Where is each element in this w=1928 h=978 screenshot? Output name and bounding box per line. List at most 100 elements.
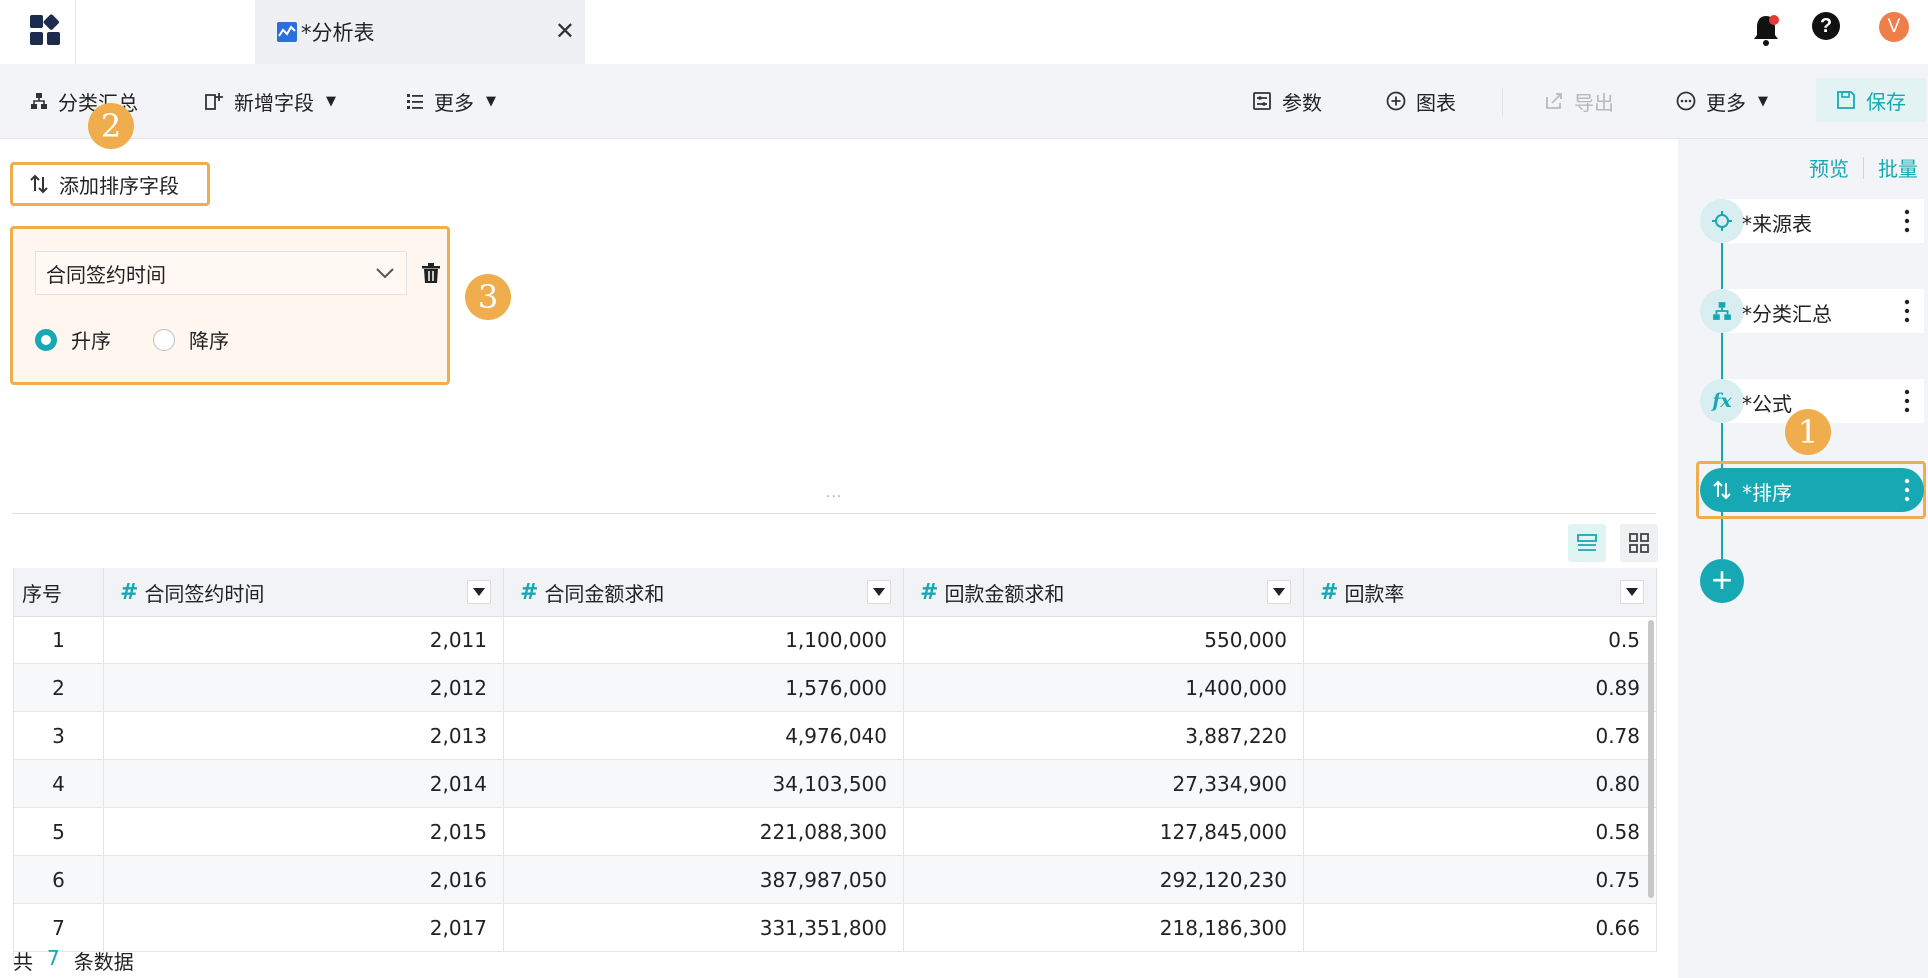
table-cell: 387,987,050 bbox=[504, 856, 904, 904]
splitter-handle-icon[interactable]: ··· bbox=[826, 489, 842, 505]
flow-node-summary[interactable]: *分类汇总 bbox=[1700, 289, 1924, 333]
table-cell: 2,017 bbox=[104, 904, 504, 952]
table-cell: 1,400,000 bbox=[904, 664, 1304, 712]
chart-tab-icon bbox=[277, 22, 297, 42]
column-header-payment-sum[interactable]: # 回款金额求和 bbox=[904, 568, 1304, 616]
panel-splitter[interactable] bbox=[12, 513, 1656, 514]
node-label: *公式 bbox=[1742, 392, 1792, 416]
list-view-toggle[interactable] bbox=[1568, 524, 1606, 562]
sort-order-radio-group: 升序 降序 bbox=[35, 325, 271, 354]
column-header-contract-sum[interactable]: # 合同金额求和 bbox=[504, 568, 904, 616]
table-cell: 1,576,000 bbox=[504, 664, 904, 712]
params-button[interactable]: 参数 bbox=[1252, 84, 1322, 118]
add-sort-field-button[interactable]: 添加排序字段 bbox=[10, 162, 210, 206]
avatar[interactable]: V bbox=[1879, 12, 1909, 42]
node-circle bbox=[1700, 468, 1744, 512]
chart-button[interactable]: 图表 bbox=[1386, 84, 1456, 118]
desc-label[interactable]: 降序 bbox=[189, 325, 229, 354]
crosshair-icon bbox=[1712, 211, 1732, 231]
table-row[interactable]: 3 2,013 4,976,040 3,887,220 0.78 bbox=[14, 712, 1657, 760]
table-cell: 3 bbox=[14, 712, 104, 760]
hierarchy-icon bbox=[31, 93, 47, 109]
hierarchy-icon bbox=[1713, 302, 1731, 320]
table-cell: 4,976,040 bbox=[504, 712, 904, 760]
help-icon[interactable]: ? bbox=[1812, 12, 1840, 40]
sort-field-select[interactable]: 合同签约时间 bbox=[35, 251, 407, 295]
batch-link[interactable]: 批量 bbox=[1878, 153, 1918, 182]
add-node-button[interactable]: + bbox=[1700, 559, 1744, 603]
add-field-button[interactable]: 新增字段 ▼ bbox=[204, 84, 336, 118]
desc-radio[interactable] bbox=[153, 328, 175, 351]
number-type-icon: # bbox=[1320, 579, 1339, 605]
kebab-menu-icon[interactable] bbox=[1898, 387, 1916, 415]
sort-icon bbox=[1713, 480, 1731, 500]
number-type-icon: # bbox=[520, 579, 539, 605]
column-menu-icon[interactable] bbox=[867, 580, 891, 604]
table-cell: 550,000 bbox=[904, 616, 1304, 664]
column-menu-icon[interactable] bbox=[1620, 580, 1644, 604]
trash-icon[interactable] bbox=[421, 262, 441, 284]
column-header-payment-rate[interactable]: # 回款率 bbox=[1304, 568, 1657, 616]
table-cell: 292,120,230 bbox=[904, 856, 1304, 904]
table-cell: 2,013 bbox=[104, 712, 504, 760]
table-row[interactable]: 4 2,014 34,103,500 27,334,900 0.80 bbox=[14, 760, 1657, 808]
bell-icon[interactable] bbox=[1750, 12, 1782, 48]
column-header-date[interactable]: # 合同签约时间 bbox=[104, 568, 504, 616]
grid-view-toggle[interactable] bbox=[1620, 524, 1658, 562]
list-view-icon bbox=[1577, 534, 1597, 551]
add-column-icon bbox=[205, 93, 223, 110]
node-label: *排序 bbox=[1742, 481, 1792, 505]
sort-area-background bbox=[450, 228, 1656, 385]
save-button[interactable]: 保存 bbox=[1816, 78, 1926, 122]
export-button[interactable]: 导出 bbox=[1544, 84, 1614, 118]
more-menu-right[interactable]: 更多 ▼ bbox=[1676, 84, 1768, 118]
step-badge-2: 2 bbox=[88, 103, 134, 149]
fx-icon: fx bbox=[1712, 390, 1732, 412]
flow-panel: 预览 批量 *来源表 *分类汇总 fx *公式 *排序 1 + bbox=[1678, 139, 1928, 978]
caret-down-icon: ▼ bbox=[326, 93, 336, 109]
table-scrollbar[interactable] bbox=[1648, 620, 1654, 898]
column-header-label: 合同金额求和 bbox=[544, 581, 665, 606]
column-header-label: 序号 bbox=[22, 581, 62, 606]
table-cell: 0.58 bbox=[1304, 808, 1657, 856]
column-header-label: 回款金额求和 bbox=[944, 581, 1065, 606]
record-count-suffix: 条数据 bbox=[73, 950, 134, 974]
table-row[interactable]: 1 2,011 1,100,000 550,000 0.5 bbox=[14, 616, 1657, 664]
tab-analysis[interactable]: *分析表 ✕ bbox=[255, 0, 585, 64]
node-circle: fx bbox=[1700, 379, 1744, 423]
asc-label[interactable]: 升序 bbox=[71, 325, 111, 354]
link-divider bbox=[1863, 156, 1864, 179]
column-menu-icon[interactable] bbox=[467, 580, 491, 604]
table-cell: 0.78 bbox=[1304, 712, 1657, 760]
toolbar-divider bbox=[1502, 88, 1503, 116]
column-header-label: 回款率 bbox=[1344, 581, 1405, 606]
close-icon[interactable]: ✕ bbox=[555, 16, 575, 46]
flow-node-source[interactable]: *来源表 bbox=[1700, 199, 1924, 243]
export-icon bbox=[1546, 93, 1562, 109]
chart-label: 图表 bbox=[1416, 90, 1456, 115]
preview-link[interactable]: 预览 bbox=[1809, 153, 1849, 182]
kebab-menu-icon[interactable] bbox=[1898, 476, 1916, 504]
table-row[interactable]: 5 2,015 221,088,300 127,845,000 0.58 bbox=[14, 808, 1657, 856]
kebab-menu-icon[interactable] bbox=[1898, 207, 1916, 235]
more-menu-left[interactable]: 更多 ▼ bbox=[406, 84, 496, 118]
table-row[interactable]: 7 2,017 331,351,800 218,186,300 0.66 bbox=[14, 904, 1657, 952]
flow-node-sort[interactable]: *排序 bbox=[1700, 468, 1924, 512]
chevron-down-icon bbox=[376, 268, 394, 279]
app-grid-icon[interactable] bbox=[28, 13, 64, 49]
table-cell: 221,088,300 bbox=[504, 808, 904, 856]
sort-field-value: 合同签约时间 bbox=[46, 262, 166, 287]
number-type-icon: # bbox=[120, 579, 139, 605]
table-row[interactable]: 6 2,016 387,987,050 292,120,230 0.75 bbox=[14, 856, 1657, 904]
table-cell: 2,012 bbox=[104, 664, 504, 712]
record-count-prefix: 共 bbox=[13, 950, 33, 974]
kebab-menu-icon[interactable] bbox=[1898, 297, 1916, 325]
save-label: 保存 bbox=[1866, 89, 1906, 114]
asc-radio[interactable] bbox=[35, 328, 57, 351]
column-menu-icon[interactable] bbox=[1267, 580, 1291, 604]
step-badge-1: 1 bbox=[1785, 409, 1831, 455]
tab-empty[interactable] bbox=[75, 0, 256, 64]
table-row[interactable]: 2 2,012 1,576,000 1,400,000 0.89 bbox=[14, 664, 1657, 712]
record-count: 共 7 条数据 bbox=[13, 946, 134, 975]
more-dots-icon bbox=[1676, 91, 1696, 111]
